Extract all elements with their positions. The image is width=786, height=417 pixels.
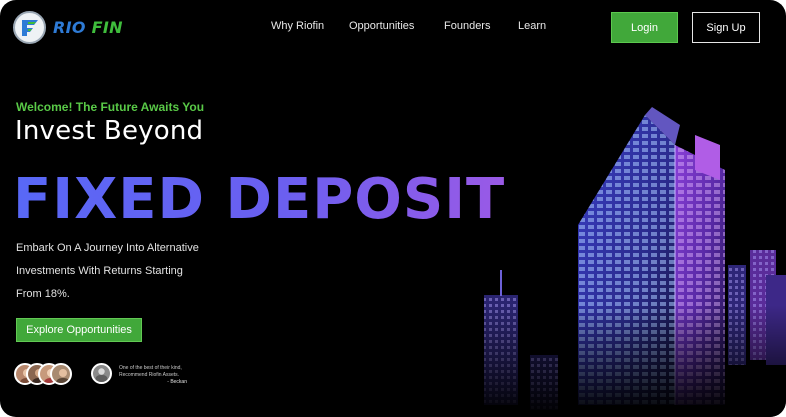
hero-section: RIO FIN Why Riofin Opportunities Founder…: [0, 0, 786, 417]
riofin-logo-icon: [13, 11, 46, 44]
avatar: [50, 363, 72, 385]
nav-link-why-riofin[interactable]: Why Riofin: [271, 20, 324, 32]
nav-link-learn[interactable]: Learn: [518, 20, 546, 32]
testimonial-quote: One of the best of their kind, Recommend…: [119, 365, 209, 386]
description-line: Embark On A Journey Into Alternative: [16, 242, 199, 254]
signup-button[interactable]: Sign Up: [692, 12, 760, 43]
testimonial-author: - Beckan: [167, 379, 187, 385]
testimonial-line: Recommend Riofin Assets.: [119, 372, 180, 378]
explore-opportunities-button[interactable]: Explore Opportunities: [16, 318, 142, 342]
brand-logo[interactable]: RIO FIN: [13, 11, 123, 44]
brand-name: RIO FIN: [53, 18, 123, 37]
hero-highlight: FIXED DEPOSIT: [13, 167, 506, 232]
testimonial-avatar: [91, 363, 112, 384]
city-building-illustration: [470, 107, 786, 417]
description-line: From 18%.: [16, 288, 70, 300]
hero-description: Embark On A Journey Into Alternative Inv…: [16, 237, 236, 306]
brand-name-part1: RIO: [53, 18, 86, 37]
investor-avatars: [14, 363, 74, 385]
welcome-text: Welcome! The Future Awaits You: [16, 100, 205, 114]
nav-link-opportunities[interactable]: Opportunities: [349, 20, 414, 32]
hero-headline: Invest Beyond: [15, 116, 204, 146]
description-line: Investments With Returns Starting: [16, 265, 183, 277]
login-button[interactable]: Login: [611, 12, 678, 43]
brand-name-part2: FIN: [91, 18, 123, 37]
nav-link-founders[interactable]: Founders: [444, 20, 490, 32]
testimonial-line: One of the best of their kind,: [119, 365, 182, 371]
